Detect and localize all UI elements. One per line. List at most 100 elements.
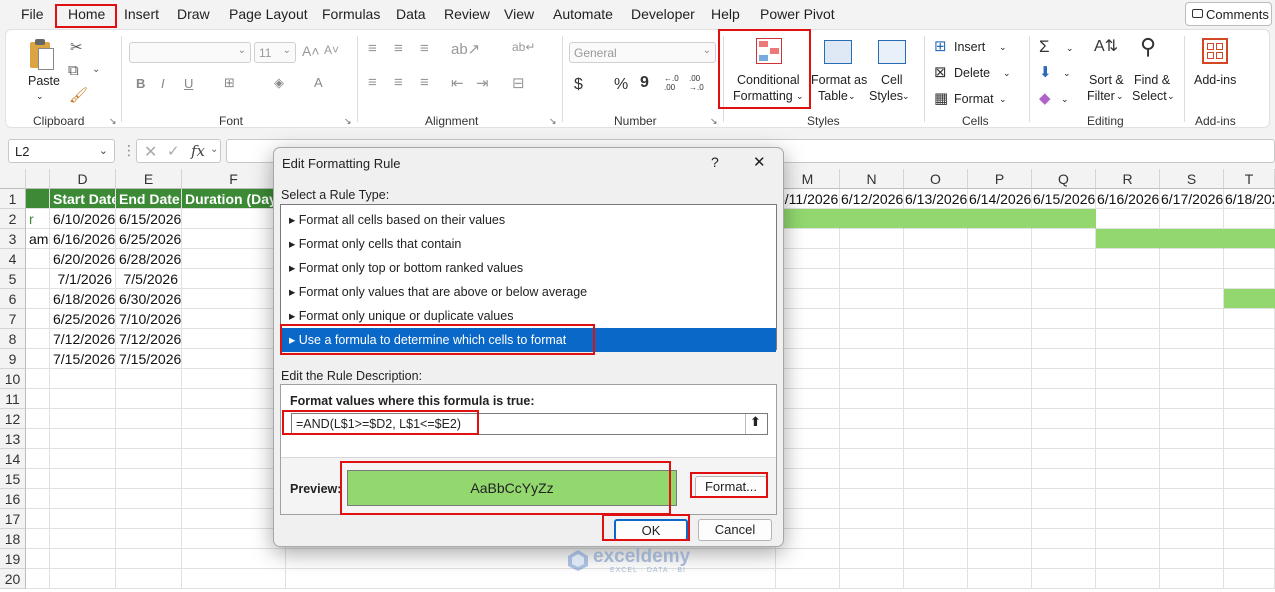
- gantt-cell[interactable]: [968, 349, 1032, 369]
- gantt-cell[interactable]: [1224, 549, 1275, 569]
- cell[interactable]: 1: [182, 309, 286, 329]
- fx-dropdown-icon[interactable]: ⌄: [210, 144, 218, 155]
- cancel-button[interactable]: Cancel: [698, 519, 772, 541]
- font-color-icon[interactable]: A: [314, 75, 323, 90]
- column-header-d[interactable]: D: [50, 169, 116, 189]
- conditional-formatting-label-1[interactable]: Conditional: [737, 72, 800, 88]
- gantt-cell[interactable]: [1096, 529, 1160, 549]
- gantt-cell[interactable]: [968, 489, 1032, 509]
- row-header[interactable]: 16: [0, 489, 26, 509]
- gantt-cell[interactable]: [968, 569, 1032, 589]
- gantt-cell[interactable]: [840, 469, 904, 489]
- format-cells-label[interactable]: Format: [954, 91, 994, 107]
- gantt-cell[interactable]: [1096, 309, 1160, 329]
- row-header[interactable]: 14: [0, 449, 26, 469]
- sort-filter-icon[interactable]: A⇅: [1094, 36, 1118, 56]
- cell[interactable]: [182, 509, 286, 529]
- gantt-cell[interactable]: [776, 529, 840, 549]
- cell[interactable]: [26, 529, 50, 549]
- gantt-cell[interactable]: [1032, 489, 1096, 509]
- decrease-font-icon[interactable]: A˅: [324, 43, 339, 57]
- cell[interactable]: 6/30/2026: [116, 289, 182, 309]
- gantt-cell[interactable]: [1096, 369, 1160, 389]
- cell[interactable]: 7/12/2026: [50, 329, 116, 349]
- gantt-cell[interactable]: [776, 489, 840, 509]
- row-header[interactable]: 17: [0, 509, 26, 529]
- gantt-cell[interactable]: [1032, 569, 1096, 589]
- cell[interactable]: [26, 189, 50, 209]
- gantt-cell[interactable]: [840, 389, 904, 409]
- gantt-cell[interactable]: [1096, 329, 1160, 349]
- gantt-cell[interactable]: [1160, 309, 1224, 329]
- gantt-cell[interactable]: [904, 569, 968, 589]
- gantt-cell[interactable]: [776, 209, 840, 229]
- gantt-cell[interactable]: [1096, 289, 1160, 309]
- name-box-dropdown-icon[interactable]: ⌄: [99, 144, 108, 157]
- paste-dropdown-icon[interactable]: ⌄: [36, 88, 44, 104]
- gantt-cell[interactable]: [1032, 249, 1096, 269]
- gantt-cell[interactable]: [968, 409, 1032, 429]
- font-launcher-icon[interactable]: ↘: [344, 116, 352, 127]
- select-all-corner[interactable]: [0, 169, 26, 189]
- underline-icon[interactable]: U: [184, 76, 193, 91]
- menu-home[interactable]: Home: [68, 6, 105, 22]
- gantt-cell[interactable]: [840, 529, 904, 549]
- menu-data[interactable]: Data: [396, 6, 426, 22]
- cell[interactable]: [182, 429, 286, 449]
- cell[interactable]: [26, 569, 50, 589]
- cut-icon[interactable]: ✂: [70, 38, 83, 56]
- gantt-cell[interactable]: [904, 329, 968, 349]
- gantt-cell[interactable]: [1032, 209, 1096, 229]
- cell[interactable]: [182, 569, 286, 589]
- gantt-cell[interactable]: [840, 489, 904, 509]
- cell[interactable]: [26, 269, 50, 289]
- paste-icon[interactable]: [28, 38, 58, 72]
- gantt-cell[interactable]: [840, 229, 904, 249]
- cell[interactable]: [182, 369, 286, 389]
- fill-icon[interactable]: ⬇: [1039, 63, 1052, 81]
- gantt-cell[interactable]: [1096, 229, 1160, 249]
- format-as-table-label-1[interactable]: Format as: [811, 72, 867, 88]
- cell[interactable]: 6/28/2026: [116, 249, 182, 269]
- cell[interactable]: [26, 469, 50, 489]
- format-button[interactable]: Format...: [695, 476, 767, 498]
- cell[interactable]: [116, 549, 182, 569]
- menu-page-layout[interactable]: Page Layout: [229, 6, 308, 22]
- cell[interactable]: [50, 469, 116, 489]
- gantt-cell[interactable]: [904, 249, 968, 269]
- cell[interactable]: [50, 549, 116, 569]
- gantt-cell[interactable]: [1224, 569, 1275, 589]
- gantt-cell[interactable]: [1160, 569, 1224, 589]
- menu-developer[interactable]: Developer: [631, 6, 695, 22]
- sort-filter-label-2[interactable]: Filter: [1087, 88, 1115, 104]
- gantt-cell[interactable]: [1032, 349, 1096, 369]
- gantt-cell[interactable]: [968, 249, 1032, 269]
- indent-icon[interactable]: ⇤: [451, 74, 464, 92]
- menu-formulas[interactable]: Formulas: [322, 6, 380, 22]
- cancel-formula-icon[interactable]: ✕: [144, 142, 157, 162]
- gantt-cell[interactable]: [776, 549, 840, 569]
- cell[interactable]: [182, 329, 286, 349]
- insert-function-icon[interactable]: fx: [191, 142, 205, 160]
- cell[interactable]: Start Date: [50, 189, 116, 209]
- cell[interactable]: [26, 409, 50, 429]
- gantt-cell[interactable]: [776, 349, 840, 369]
- cell[interactable]: 7/1/2026: [50, 269, 116, 289]
- gantt-cell[interactable]: [1160, 249, 1224, 269]
- row-header[interactable]: 8: [0, 329, 26, 349]
- gantt-cell[interactable]: [1224, 409, 1275, 429]
- cell[interactable]: [182, 389, 286, 409]
- decrease-decimal-icon[interactable]: .00 →.0: [689, 74, 704, 92]
- cell[interactable]: [26, 549, 50, 569]
- gantt-cell[interactable]: [1096, 269, 1160, 289]
- cell[interactable]: End Date: [116, 189, 182, 209]
- delete-cells-icon[interactable]: ⊠: [934, 63, 947, 81]
- gantt-cell[interactable]: [1096, 449, 1160, 469]
- gantt-cell[interactable]: [1224, 349, 1275, 369]
- gantt-cell[interactable]: [968, 389, 1032, 409]
- row-header[interactable]: 11: [0, 389, 26, 409]
- italic-icon[interactable]: I: [161, 76, 165, 91]
- cell[interactable]: [50, 529, 116, 549]
- menu-insert[interactable]: Insert: [124, 6, 159, 22]
- gantt-cell[interactable]: [904, 229, 968, 249]
